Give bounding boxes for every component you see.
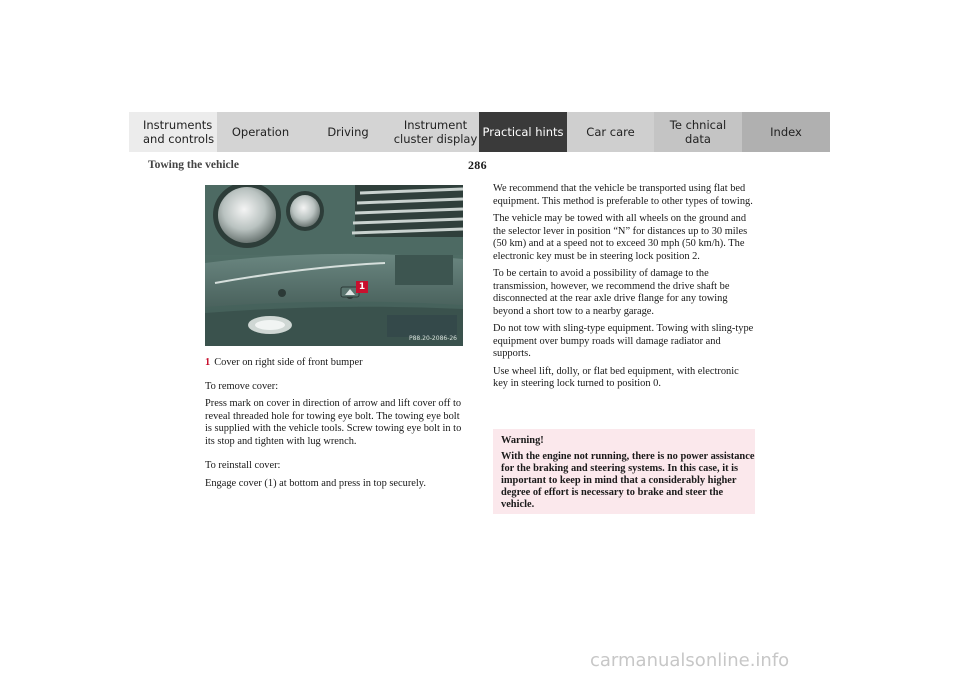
tab-operation[interactable]: Operation (217, 112, 304, 152)
tab-label-line1: Te chnical (669, 118, 727, 132)
right-column: We recommend that the vehicle be transpo… (493, 183, 755, 396)
reinstall-heading: To reinstall cover: (205, 460, 281, 471)
caption-text: Cover on right side of front bumper (214, 357, 363, 368)
tab-instruments-and-controls[interactable]: Instruments and controls (129, 112, 217, 152)
remove-heading: To remove cover: (205, 380, 279, 392)
tab-label: Driving (327, 125, 369, 139)
tab-technical-data[interactable]: Te chnical data (654, 112, 742, 152)
page-number: 286 (468, 158, 487, 172)
tab-label: Practical hints (482, 125, 564, 139)
tab-label-line1: Instrument (403, 118, 468, 132)
tab-label-line2: data (685, 132, 711, 146)
warning-body: With the engine not running, there is no… (501, 450, 755, 510)
warning-box: Warning! With the engine not running, th… (493, 429, 755, 514)
paragraph-towing-wheels: The vehicle may be towed with all wheels… (493, 213, 748, 262)
tab-label-line2: cluster display (393, 132, 478, 146)
chapter-tab-bar: Instruments and controls Operation Drivin… (129, 112, 830, 152)
caption-number: 1 (205, 357, 211, 368)
tab-instrument-cluster-display[interactable]: Instrument cluster display (392, 112, 479, 152)
left-column: 1 Cover on right side of front bumper To … (205, 357, 467, 495)
remove-instructions: Press mark on cover in direction of arro… (205, 398, 462, 447)
paragraph-sling: Do not tow with sling-type equipment. To… (493, 323, 754, 359)
warning-title: Warning! (501, 435, 544, 446)
callout-1: 1 (356, 281, 368, 293)
reinstall-instructions: Engage cover (1) at bottom and press in … (205, 477, 426, 489)
paragraph-transmission: To be certain to avoid a possibility of … (493, 268, 730, 317)
figure-caption: 1 Cover on right side of front bumper (205, 357, 467, 370)
tab-practical-hints[interactable]: Practical hints (479, 112, 567, 152)
figure-code: P88.20-2086-26 (408, 335, 457, 342)
tab-label-line2: and controls (143, 132, 215, 146)
tab-label: Index (770, 125, 802, 139)
tab-car-care[interactable]: Car care (567, 112, 654, 152)
section-title: Towing the vehicle (148, 159, 239, 171)
front-bumper-figure: 1 P88.20-2086-26 (205, 185, 463, 346)
paragraph-transport: We recommend that the vehicle be transpo… (493, 183, 753, 207)
tab-label-line1: Instruments (143, 118, 213, 132)
paragraph-equipment: Use wheel lift, dolly, or flat bed equip… (493, 365, 739, 390)
tab-driving[interactable]: Driving (304, 112, 392, 152)
front-bumper-illustration (205, 185, 463, 346)
tab-label: Operation (231, 125, 290, 139)
watermark: carmanualsonline.info (590, 650, 790, 671)
tab-index[interactable]: Index (742, 112, 830, 152)
tab-label: Car care (586, 125, 635, 139)
